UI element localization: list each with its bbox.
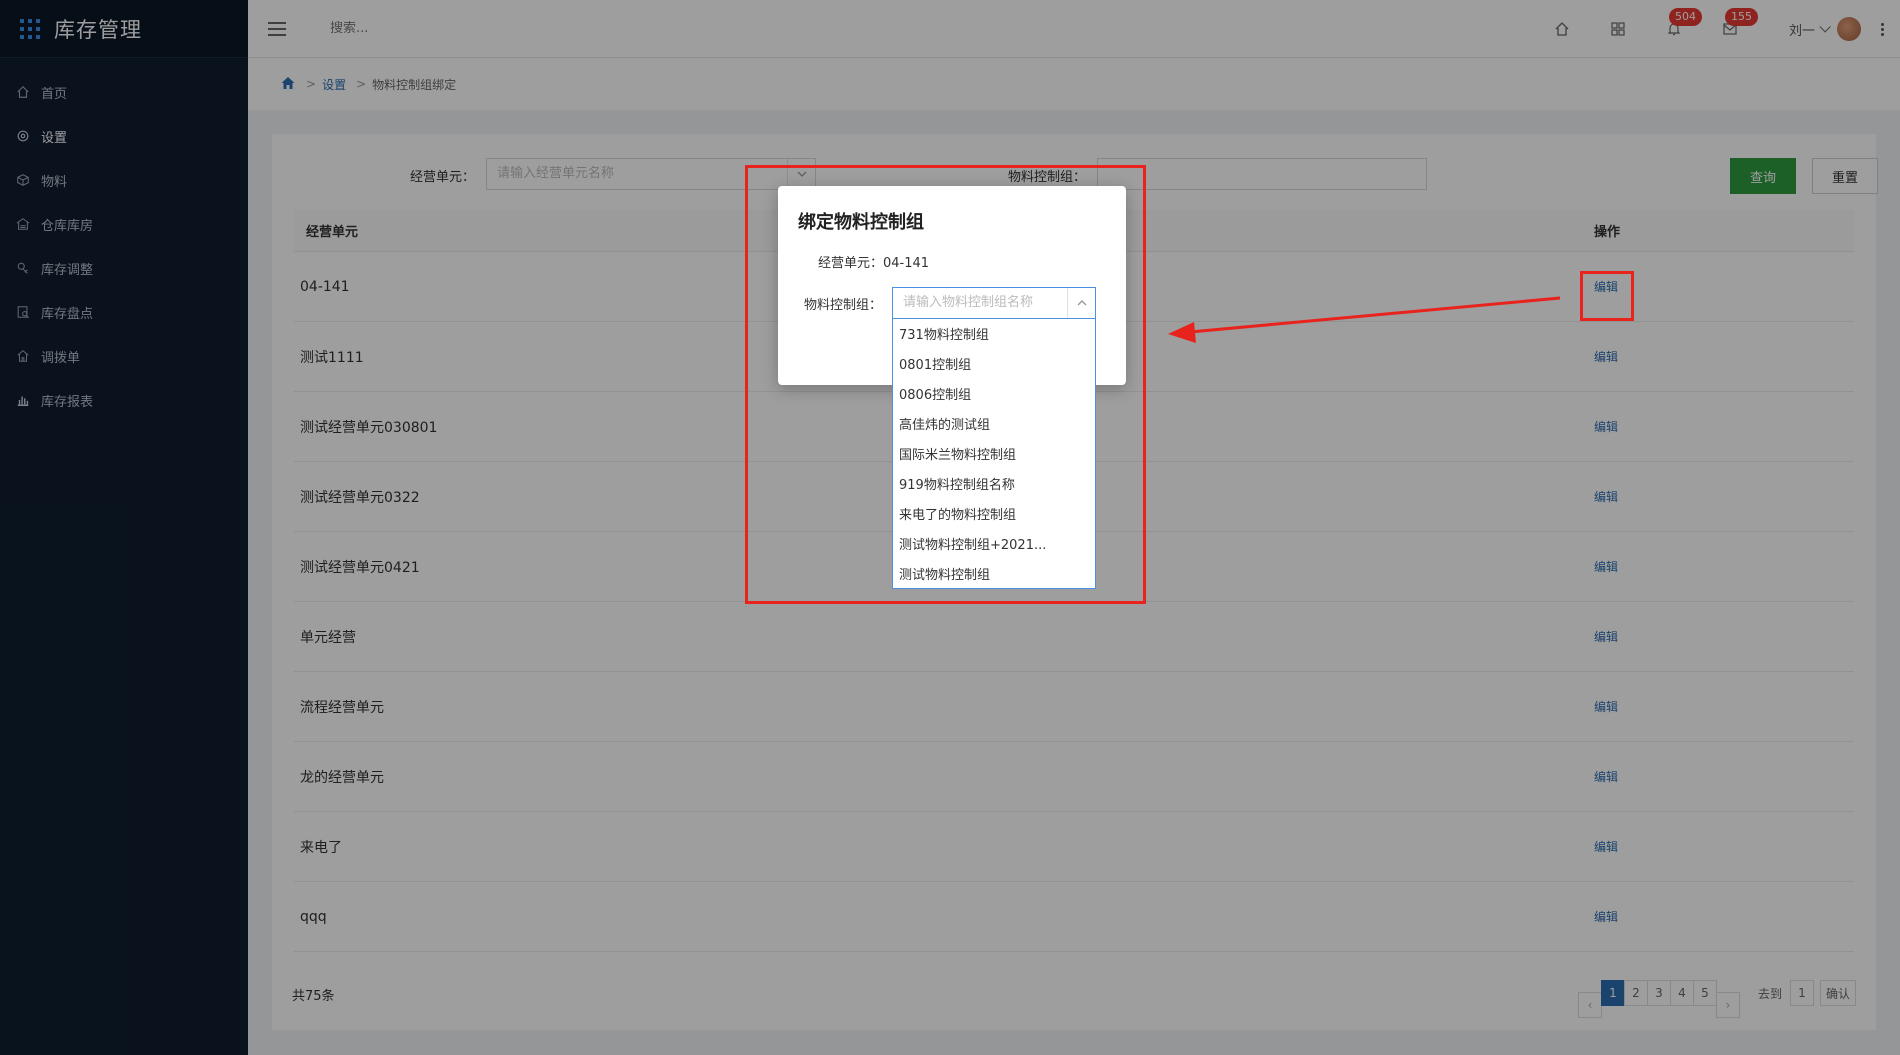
chevron-up-icon: [1067, 288, 1095, 318]
group-select[interactable]: 请输入物料控制组名称: [892, 287, 1096, 319]
dropdown-option[interactable]: 高佳炜的测试组: [893, 411, 1095, 441]
dropdown-option[interactable]: 国际米兰物料控制组: [893, 441, 1095, 471]
dialog-unit-text: 经营单元：04-141: [818, 256, 930, 271]
dialog-title: 绑定物料控制组: [798, 212, 924, 233]
dropdown-option[interactable]: 919物料控制组名称: [893, 471, 1095, 501]
dropdown-option[interactable]: 731物料控制组: [893, 321, 1095, 351]
dropdown-option[interactable]: 来电了的物料控制组: [893, 501, 1095, 531]
group-dropdown-list: 731物料控制组 0801控制组 0806控制组 高佳炜的测试组 国际米兰物料控…: [892, 319, 1096, 589]
dropdown-option[interactable]: 测试物料控制组: [893, 561, 1095, 591]
dropdown-option[interactable]: 测试物料控制组+2021...: [893, 531, 1095, 561]
dropdown-option[interactable]: 0806控制组: [893, 381, 1095, 411]
group-select-placeholder: 请输入物料控制组名称: [903, 295, 1034, 310]
dialog-group-label: 物料控制组：: [804, 298, 883, 313]
dropdown-option[interactable]: 0801控制组: [893, 351, 1095, 381]
